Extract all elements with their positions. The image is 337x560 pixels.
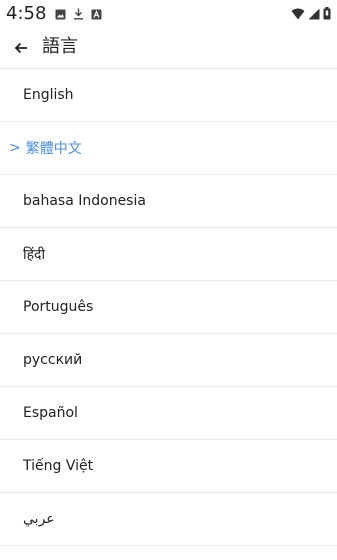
back-button[interactable] <box>8 35 34 61</box>
language-label: عربي <box>23 511 55 527</box>
language-option[interactable]: English <box>0 69 337 122</box>
language-option[interactable]: Português <box>0 281 337 334</box>
app-bar: 語言 <box>0 28 337 69</box>
image-icon <box>55 5 66 24</box>
selected-marker: > <box>9 140 21 156</box>
language-option[interactable]: Español <box>0 387 337 440</box>
signal-icon <box>308 5 320 24</box>
status-time: 4:58 <box>6 3 47 24</box>
a-icon <box>91 5 102 24</box>
language-option[interactable]: bahasa Indonesia <box>0 175 337 228</box>
notification-icons <box>55 5 102 24</box>
language-label: Tiếng Việt <box>23 458 94 474</box>
system-icons <box>291 5 331 24</box>
battery-icon <box>323 5 331 24</box>
arrow-left-icon <box>14 39 28 58</box>
language-label: bahasa Indonesia <box>23 193 146 209</box>
language-option[interactable]: Tiếng Việt <box>0 440 337 493</box>
language-label: 繁體中文 <box>25 141 82 157</box>
language-label: Español <box>23 405 78 421</box>
language-label: English <box>23 87 74 103</box>
page-title: 語言 <box>42 36 78 57</box>
language-option[interactable]: русский <box>0 334 337 387</box>
language-list: English > 繁體中文 bahasa Indonesia हिंदी Portugu… <box>0 69 337 546</box>
language-label: हिंदी <box>23 246 46 263</box>
status-bar: 4:58 <box>0 0 337 28</box>
download-icon <box>73 5 84 24</box>
language-option[interactable]: हिंदी <box>0 228 337 281</box>
language-label: русский <box>23 352 83 368</box>
language-option[interactable]: عربي <box>0 493 337 546</box>
language-label: Português <box>23 299 94 315</box>
language-option[interactable]: > 繁體中文 <box>0 122 337 175</box>
wifi-icon <box>291 5 305 24</box>
